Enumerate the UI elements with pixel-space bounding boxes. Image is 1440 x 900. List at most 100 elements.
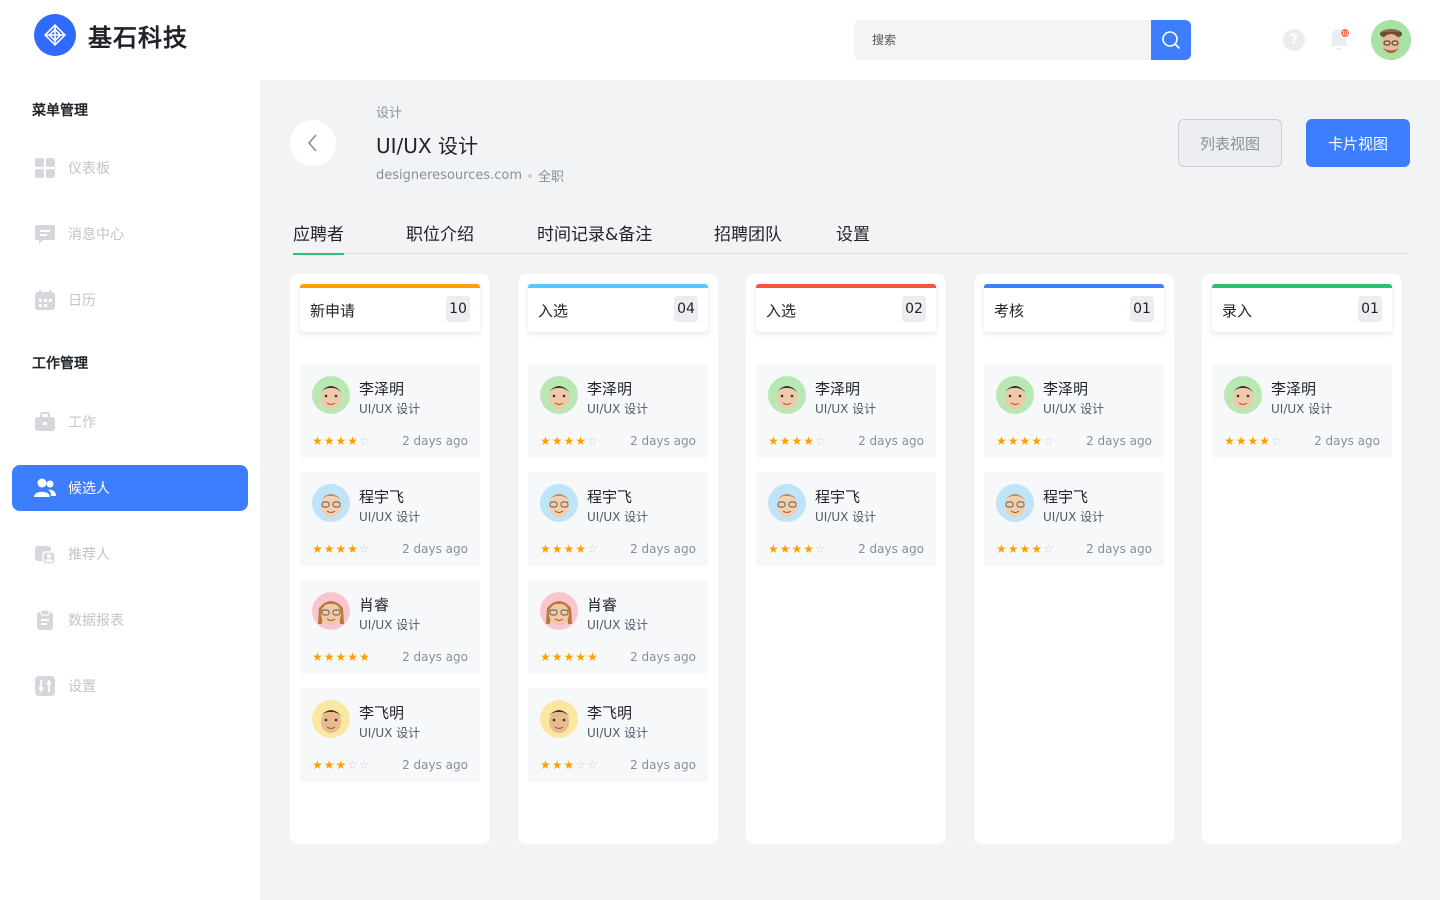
stage-header[interactable]: 入选 02 — [756, 284, 936, 332]
candidate-card[interactable]: 程宇飞 UI/UX 设计 ★★★★☆ 2 days ago — [756, 472, 936, 566]
star-filled-icon: ★ — [1031, 434, 1044, 448]
candidate-rating: ★★★★☆ — [996, 434, 1055, 448]
star-filled-icon: ★ — [575, 650, 588, 664]
breadcrumb[interactable]: 设计 — [376, 102, 402, 121]
candidate-card[interactable]: 李泽明 UI/UX 设计 ★★★★☆ 2 days ago — [528, 364, 708, 458]
candidate-time: 2 days ago — [858, 542, 924, 556]
candidate-card[interactable]: 李飞明 UI/UX 设计 ★★★☆☆ 2 days ago — [300, 688, 480, 782]
star-filled-icon: ★ — [1247, 434, 1260, 448]
stage-column: 录入 01 李泽明 UI/UX 设计 ★★★★☆ 2 days ago — [1202, 274, 1402, 844]
job-meta: designeresources.com 全职 — [376, 166, 564, 185]
stage-header[interactable]: 新申请 10 — [300, 284, 480, 332]
candidate-name: 程宇飞 — [815, 488, 861, 506]
candidate-card[interactable]: 程宇飞 UI/UX 设计 ★★★★☆ 2 days ago — [300, 472, 480, 566]
candidate-role: UI/UX 设计 — [359, 618, 421, 632]
candidate-avatar — [540, 592, 578, 630]
star-filled-icon: ★ — [587, 650, 599, 664]
candidate-time: 2 days ago — [1086, 542, 1152, 556]
card-view-button[interactable]: 卡片视图 — [1306, 119, 1410, 167]
briefcase-icon — [34, 411, 56, 433]
user-avatar[interactable] — [1371, 20, 1411, 60]
candidate-card[interactable]: 程宇飞 UI/UX 设计 ★★★★☆ 2 days ago — [528, 472, 708, 566]
star-filled-icon: ★ — [1235, 434, 1248, 448]
candidate-avatar — [540, 700, 578, 738]
sidebar-item-jobs[interactable]: 工作 — [12, 399, 248, 445]
search-input[interactable] — [854, 20, 1151, 60]
star-filled-icon: ★ — [1007, 542, 1020, 556]
star-filled-icon: ★ — [347, 542, 360, 556]
star-filled-icon: ★ — [1007, 434, 1020, 448]
section-title-menu: 菜单管理 — [32, 103, 88, 119]
star-filled-icon: ★ — [335, 434, 348, 448]
sidebar-item-candidates[interactable]: 候选人 — [12, 465, 248, 511]
candidate-role: UI/UX 设计 — [587, 402, 649, 416]
candidate-card[interactable]: 李泽明 UI/UX 设计 ★★★★☆ 2 days ago — [1212, 364, 1392, 458]
stage-header[interactable]: 录入 01 — [1212, 284, 1392, 332]
sidebar: 菜单管理 仪表板 消息中心 日历 工作管理 工作 候选人 推荐人 数据报表 设置 — [0, 80, 260, 900]
candidate-role: UI/UX 设计 — [815, 510, 877, 524]
candidate-card[interactable]: 程宇飞 UI/UX 设计 ★★★★☆ 2 days ago — [984, 472, 1164, 566]
star-filled-icon: ★ — [1224, 434, 1236, 448]
candidate-name: 肖睿 — [359, 596, 390, 614]
candidate-card[interactable]: 李泽明 UI/UX 设计 ★★★★☆ 2 days ago — [984, 364, 1164, 458]
candidate-avatar — [312, 484, 350, 522]
candidate-name: 李泽明 — [359, 380, 405, 398]
sidebar-item-label: 工作 — [68, 415, 96, 431]
sidebar-item-calendar[interactable]: 日历 — [12, 277, 248, 323]
sidebar-item-messages[interactable]: 消息中心 — [12, 211, 248, 257]
star-filled-icon: ★ — [347, 650, 360, 664]
candidate-card[interactable]: 李飞明 UI/UX 设计 ★★★☆☆ 2 days ago — [528, 688, 708, 782]
sidebar-item-reports[interactable]: 数据报表 — [12, 597, 248, 643]
candidate-card[interactable]: 肖睿 UI/UX 设计 ★★★★★ 2 days ago — [528, 580, 708, 674]
stage-header[interactable]: 入选 04 — [528, 284, 708, 332]
star-filled-icon: ★ — [575, 434, 588, 448]
back-button[interactable] — [290, 120, 336, 166]
star-filled-icon: ★ — [563, 542, 576, 556]
stage-name: 入选 — [538, 302, 569, 320]
tab-job-description[interactable]: 职位介绍 — [406, 220, 474, 254]
candidate-rating: ★★★★☆ — [540, 434, 599, 448]
sidebar-item-settings[interactable]: 设置 — [12, 663, 248, 709]
sidebar-item-label: 设置 — [68, 679, 96, 695]
brand-name: 基石科技 — [88, 24, 188, 52]
tab-timeline-notes[interactable]: 时间记录&备注 — [537, 220, 652, 254]
star-filled-icon: ★ — [768, 542, 780, 556]
help-icon[interactable]: ? — [1283, 29, 1305, 51]
stage-name: 入选 — [766, 302, 797, 320]
candidate-card[interactable]: 肖睿 UI/UX 设计 ★★★★★ 2 days ago — [300, 580, 480, 674]
candidate-name: 程宇飞 — [359, 488, 405, 506]
logo-icon[interactable] — [34, 14, 76, 56]
section-title-work: 工作管理 — [32, 356, 88, 372]
search-button[interactable] — [1151, 20, 1191, 60]
candidate-time: 2 days ago — [630, 434, 696, 448]
star-filled-icon: ★ — [323, 650, 336, 664]
sidebar-item-dashboard[interactable]: 仪表板 — [12, 145, 248, 191]
candidate-name: 程宇飞 — [587, 488, 633, 506]
candidate-avatar — [1224, 376, 1262, 414]
list-view-button[interactable]: 列表视图 — [1178, 119, 1282, 167]
star-filled-icon: ★ — [803, 434, 816, 448]
stage-header[interactable]: 考核 01 — [984, 284, 1164, 332]
tab-applicants[interactable]: 应聘者 — [293, 220, 344, 255]
sidebar-item-label: 候选人 — [68, 481, 110, 497]
star-empty-icon: ☆ — [815, 542, 827, 556]
star-filled-icon: ★ — [1031, 542, 1044, 556]
stage-name: 录入 — [1222, 302, 1253, 320]
star-empty-icon: ☆ — [587, 542, 599, 556]
tab-settings[interactable]: 设置 — [836, 220, 870, 254]
tab-hiring-team[interactable]: 招聘团队 — [714, 220, 782, 254]
star-filled-icon: ★ — [791, 542, 804, 556]
stage-count-badge: 02 — [902, 296, 926, 322]
candidate-card[interactable]: 李泽明 UI/UX 设计 ★★★★☆ 2 days ago — [756, 364, 936, 458]
star-filled-icon: ★ — [768, 434, 780, 448]
candidate-role: UI/UX 设计 — [359, 402, 421, 416]
candidate-card[interactable]: 李泽明 UI/UX 设计 ★★★★☆ 2 days ago — [300, 364, 480, 458]
star-empty-icon: ☆ — [347, 758, 360, 772]
job-type: 全职 — [538, 170, 565, 185]
search-box — [854, 20, 1191, 60]
top-bar: 基石科技 ? 10 — [0, 0, 1440, 80]
candidate-role: UI/UX 设计 — [359, 726, 421, 740]
candidate-name: 李泽明 — [1043, 380, 1089, 398]
candidate-rating: ★★★★★ — [312, 650, 371, 664]
sidebar-item-referrers[interactable]: 推荐人 — [12, 531, 248, 577]
